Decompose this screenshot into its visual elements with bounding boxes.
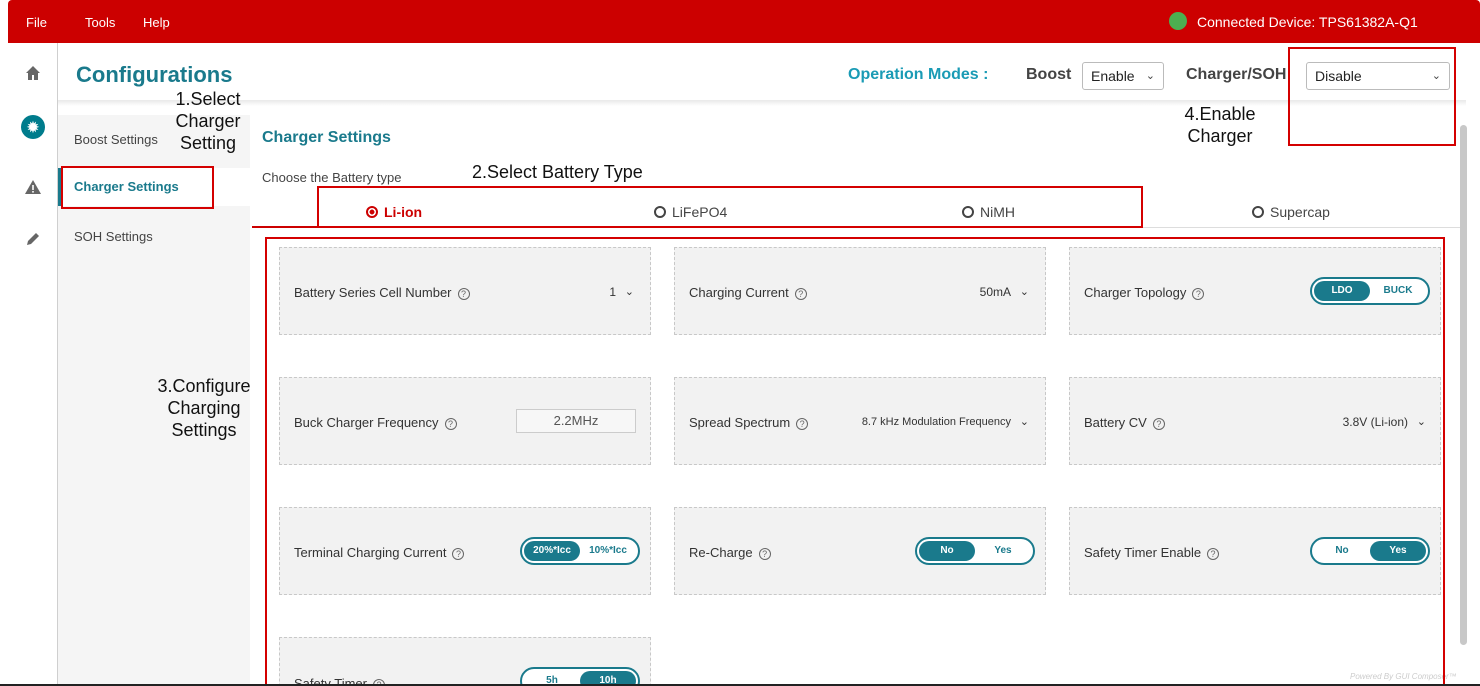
annotation-box-enable-charger [1288, 47, 1456, 146]
boost-mode-select[interactable]: Enable ⌄ [1082, 62, 1164, 90]
battery-radio-supercap[interactable]: Supercap [1252, 204, 1330, 220]
radio-icon [1252, 206, 1264, 218]
annotation-box-battery-type [317, 186, 1143, 228]
battery-radio-label: Supercap [1270, 204, 1330, 220]
annotation-step3-line1: 3.Configure [157, 376, 251, 396]
chevron-down-icon: ⌄ [1145, 70, 1155, 82]
connected-device-label: Connected Device: TPS61382A-Q1 [1197, 14, 1418, 30]
annotation-box-charger-settings [61, 166, 214, 209]
menu-help[interactable]: Help [143, 15, 170, 30]
annotation-step1-line1: 1.Select [175, 89, 241, 109]
boost-mode-label: Boost [1026, 66, 1072, 83]
icon-rail: ✹ [8, 43, 58, 686]
connection-status-icon [1169, 12, 1187, 30]
annotation-step3: 3.Configure Charging Settings [140, 375, 268, 441]
annotation-step4-line1: 4.Enable [1184, 104, 1256, 124]
annotation-step3-line2: Charging [167, 398, 241, 418]
battery-type-prompt: Choose the Battery type [262, 170, 402, 185]
boost-mode-value: Enable [1091, 68, 1135, 84]
annotation-step3-line3: Settings [171, 420, 237, 440]
main-scrollbar[interactable] [1460, 125, 1467, 645]
annotation-step1-line3: Setting [179, 133, 237, 153]
menu-bar: File Tools Help Connected Device: TPS613… [8, 0, 1480, 43]
home-icon[interactable] [23, 63, 43, 83]
annotation-step1: 1.Select Charger Setting [160, 88, 256, 154]
annotation-step1-line2: Charger [175, 111, 241, 131]
subnav-soh-settings[interactable]: SOH Settings [58, 218, 250, 256]
edit-pencil-icon[interactable] [23, 229, 43, 249]
annotation-step2: 2.Select Battery Type [472, 162, 643, 182]
page-title: Configurations [76, 62, 233, 87]
menu-file[interactable]: File [26, 15, 47, 30]
annotation-step4: 4.Enable Charger [1166, 103, 1274, 147]
charger-soh-label: Charger/SOH [1186, 66, 1287, 83]
menu-tools[interactable]: Tools [85, 15, 115, 30]
operation-modes-label: Operation Modes : [848, 66, 989, 83]
settings-gear-icon[interactable]: ✹ [21, 115, 45, 139]
annotation-step4-line2: Charger [1187, 126, 1253, 146]
annotation-box-charging-settings [265, 237, 1445, 686]
section-title: Charger Settings [262, 129, 391, 146]
warning-icon[interactable] [23, 177, 43, 197]
